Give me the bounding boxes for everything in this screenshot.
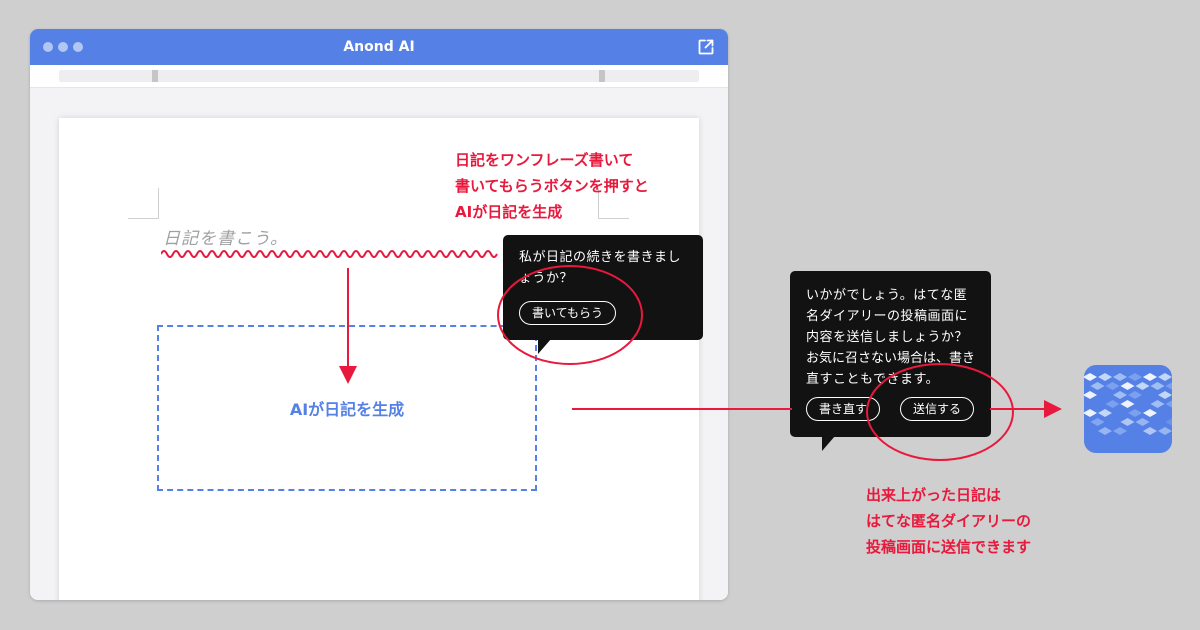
ruler-right-handle[interactable] xyxy=(599,70,605,82)
logo-diamond xyxy=(1098,427,1112,435)
send-confirm-text: いかがでしょう。はてな匿 名ダイアリーの投稿画面に 内容を送信しましょうか？ お… xyxy=(806,285,986,390)
rewrite-button[interactable]: 書き直す xyxy=(806,397,881,421)
spellcheck-wavy-underline xyxy=(161,250,498,258)
annotation-ai-generate: 日記をワンフレーズ書いて 書いてもらうボタンを押すと AIが日記を生成 xyxy=(455,147,649,225)
logo-diamond xyxy=(1084,391,1097,399)
annotation-line: はてな匿名ダイアリーの xyxy=(866,512,1032,530)
send-bubble-tail xyxy=(822,436,835,451)
bubble-line: 名ダイアリーの投稿画面に xyxy=(806,309,969,324)
logo-diamond xyxy=(1158,391,1172,399)
logo-diamond xyxy=(1135,418,1150,426)
logo-diamond xyxy=(1120,418,1135,426)
logo-diamond xyxy=(1090,382,1105,390)
logo-diamond xyxy=(1158,373,1172,381)
logo-diamond xyxy=(1135,382,1150,390)
generated-diary-area: AIが日記を生成 xyxy=(157,325,537,491)
bubble-line: お気に召さない場合は、書き xyxy=(806,351,976,366)
logo-diamond xyxy=(1128,409,1142,417)
logo-diamond xyxy=(1084,373,1097,381)
logo-diamond xyxy=(1143,409,1157,417)
logo-diamond xyxy=(1113,391,1127,399)
diamond-pattern-icon xyxy=(1084,373,1172,435)
window-title: Anond AI xyxy=(343,39,415,55)
bubble-line: いかがでしょう。はてな匿 xyxy=(806,288,968,303)
send-button[interactable]: 送信する xyxy=(900,397,975,421)
logo-diamond xyxy=(1105,382,1120,390)
logo-diamond xyxy=(1120,382,1135,390)
logo-diamond xyxy=(1165,418,1172,426)
logo-diamond xyxy=(1150,382,1165,390)
logo-diamond xyxy=(1098,409,1112,417)
toolbar xyxy=(30,65,728,88)
logo-diamond xyxy=(1120,400,1135,408)
ai-suggest-text: 私が日記の続きを書きまし ょうか？ xyxy=(519,247,694,289)
logo-diamond xyxy=(1143,373,1157,381)
logo-diamond xyxy=(1150,400,1165,408)
annotation-line: AIが日記を生成 xyxy=(455,203,563,221)
logo-diamond xyxy=(1158,427,1172,435)
annotation-line: 出来上がった日記は xyxy=(866,486,1002,504)
logo-diamond xyxy=(1105,400,1120,408)
logo-diamond xyxy=(1113,427,1127,435)
logo-diamond xyxy=(1165,400,1172,408)
logo-diamond xyxy=(1143,427,1157,435)
annotation-send-to-diary: 出来上がった日記は はてな匿名ダイアリーの 投稿画面に送信できます xyxy=(866,482,1031,560)
write-for-me-button[interactable]: 書いてもらう xyxy=(519,301,617,325)
send-confirm-bubble: いかがでしょう。はてな匿 名ダイアリーの投稿画面に 内容を送信しましょうか？ お… xyxy=(790,271,991,437)
logo-diamond xyxy=(1090,418,1105,426)
send-arrow-head xyxy=(1044,400,1062,418)
logo-diamond xyxy=(1084,409,1097,417)
ruler-left-handle[interactable] xyxy=(152,70,158,82)
logo-diamond xyxy=(1165,382,1172,390)
generated-diary-label: AIが日記を生成 xyxy=(289,400,405,419)
bubble-line: 私が日記の続きを書きまし xyxy=(519,250,682,265)
crop-mark-top-left xyxy=(128,188,159,219)
ai-suggest-bubble: 私が日記の続きを書きまし ょうか？ 書いてもらう xyxy=(503,235,703,340)
logo-diamond xyxy=(1128,373,1142,381)
logo-diamond xyxy=(1128,391,1142,399)
logo-diamond xyxy=(1098,373,1112,381)
annotation-line: 書いてもらうボタンを押すと xyxy=(455,177,649,195)
ai-bubble-tail xyxy=(538,339,551,354)
annotation-line: 日記をワンフレーズ書いて xyxy=(455,151,634,169)
annotation-line: 投稿画面に送信できます xyxy=(866,538,1032,556)
bubble-line: 内容を送信しましょうか？ xyxy=(806,330,969,345)
title-bar: Anond AI xyxy=(30,29,728,65)
logo-diamond xyxy=(1113,373,1127,381)
bubble-line: 直すこともできます。 xyxy=(806,372,940,387)
diary-input[interactable]: 日記を書こう。 xyxy=(163,224,503,249)
hatena-anonymous-diary-logo xyxy=(1084,365,1172,453)
bubble-line: ょうか？ xyxy=(519,271,574,286)
external-link-icon[interactable] xyxy=(697,38,715,56)
ruler xyxy=(59,70,699,82)
